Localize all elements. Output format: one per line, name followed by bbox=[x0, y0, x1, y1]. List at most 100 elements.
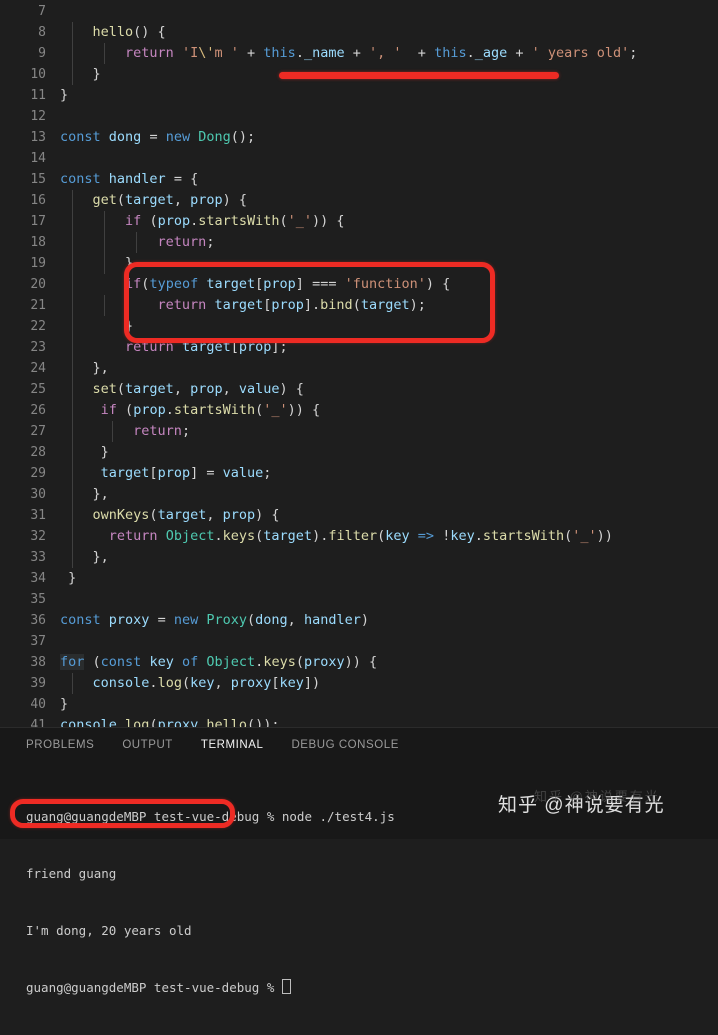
line-number: 20 bbox=[30, 277, 46, 292]
code-line: 17 if (prop.startsWith('_')) { bbox=[0, 211, 718, 232]
line-number: 41 bbox=[30, 718, 46, 727]
code-text: }, bbox=[60, 360, 109, 376]
line-number: 31 bbox=[30, 508, 46, 523]
code-line: 36 const proxy = new Proxy(dong, handler… bbox=[0, 610, 718, 631]
code-line: 22 } bbox=[0, 316, 718, 337]
terminal-line-hello-output: I'm dong, 20 years old bbox=[26, 923, 192, 938]
terminal-prompt-text: guang@guangdeMBP test-vue-debug % bbox=[26, 980, 282, 995]
code-text: return Object.keys(target).filter(key =>… bbox=[108, 528, 613, 544]
code-line: 31 ownKeys(target, prop) { bbox=[0, 505, 718, 526]
line-number: 32 bbox=[30, 529, 46, 544]
terminal-line-prompt: guang@guangdeMBP test-vue-debug % bbox=[26, 978, 718, 997]
code-line: 16 get(target, prop) { bbox=[0, 190, 718, 211]
tab-output[interactable]: OUTPUT bbox=[122, 728, 173, 763]
code-text: return; bbox=[133, 423, 191, 439]
code-editor[interactable]: 7 8 hello() { 9 return 'I\'m ' + this._n… bbox=[0, 0, 718, 727]
code-text: return; bbox=[157, 234, 215, 250]
code-line: 21 return target[prop].bind(target); bbox=[0, 295, 718, 316]
code-line: 29 target[prop] = value; bbox=[0, 463, 718, 484]
tab-terminal[interactable]: TERMINAL bbox=[201, 728, 264, 763]
line-number: 24 bbox=[30, 361, 46, 376]
line-number: 15 bbox=[30, 172, 46, 187]
code-text: target[prop] = value; bbox=[100, 465, 272, 481]
code-text: console.log(key, proxy[key]) bbox=[92, 675, 321, 691]
line-number: 39 bbox=[30, 676, 46, 691]
code-line: 12 bbox=[0, 106, 718, 127]
code-line: 27 return; bbox=[0, 421, 718, 442]
terminal-cursor bbox=[281, 979, 291, 994]
line-number: 26 bbox=[30, 403, 46, 418]
code-line: 18 return; bbox=[0, 232, 718, 253]
line-number: 30 bbox=[30, 487, 46, 502]
terminal-line-friend-guang: friend guang bbox=[26, 866, 117, 881]
code-text: if (prop.startsWith('_')) { bbox=[100, 402, 321, 418]
tab-problems[interactable]: PROBLEMS bbox=[26, 728, 94, 763]
line-number: 19 bbox=[30, 256, 46, 271]
tab-problems-label: PROBLEMS bbox=[26, 739, 95, 751]
line-number: 25 bbox=[30, 382, 46, 397]
line-number: 9 bbox=[38, 46, 46, 61]
code-lines-container: 7 8 hello() { 9 return 'I\'m ' + this._n… bbox=[0, 0, 718, 727]
tab-debug-console-label: DEBUG CONSOLE bbox=[291, 739, 399, 751]
code-text: } bbox=[60, 255, 134, 271]
code-text: hello() { bbox=[92, 24, 166, 40]
code-line: 9 return 'I\'m ' + this._name + ', ' + t… bbox=[0, 43, 718, 64]
tab-output-label: OUTPUT bbox=[122, 739, 173, 751]
code-text: } bbox=[60, 66, 101, 82]
watermark-ghost-text: 知乎 @神说要有光 bbox=[534, 789, 660, 804]
line-number: 29 bbox=[30, 466, 46, 481]
line-number: 10 bbox=[30, 67, 46, 82]
code-line: 33 }, bbox=[0, 547, 718, 568]
code-line: 40 } bbox=[0, 694, 718, 715]
panel-tab-bar: PROBLEMS OUTPUT TERMINAL DEBUG CONSOLE bbox=[0, 728, 718, 763]
code-text: set(target, prop, value) { bbox=[92, 381, 304, 397]
line-number: 7 bbox=[38, 4, 46, 19]
code-line: 38 for (const key of Object.keys(proxy))… bbox=[0, 652, 718, 673]
line-number: 40 bbox=[30, 697, 46, 712]
code-text: if(typeof target[prop] === 'function') { bbox=[125, 276, 451, 292]
tab-terminal-label: TERMINAL bbox=[200, 739, 264, 751]
line-number: 35 bbox=[30, 592, 46, 607]
code-line: 14 bbox=[0, 148, 718, 169]
code-line: 8 hello() { bbox=[0, 22, 718, 43]
line-number: 11 bbox=[30, 88, 46, 103]
code-text: }, bbox=[60, 486, 109, 502]
code-text: }, bbox=[60, 549, 109, 565]
code-line: 20 if(typeof target[prop] === 'function'… bbox=[0, 274, 718, 295]
code-line: 11 } bbox=[0, 85, 718, 106]
line-number: 16 bbox=[30, 193, 46, 208]
bottom-panel: PROBLEMS OUTPUT TERMINAL DEBUG CONSOLE g… bbox=[0, 727, 718, 995]
line-number: 14 bbox=[30, 151, 46, 166]
code-line: 37 bbox=[0, 631, 718, 652]
code-line: 39 console.log(key, proxy[key]) bbox=[0, 673, 718, 694]
red-underline-annotation bbox=[279, 72, 559, 79]
code-text: } bbox=[60, 444, 109, 460]
line-number: 21 bbox=[30, 298, 46, 313]
code-text: const dong = new Dong(); bbox=[60, 129, 256, 145]
code-line: 41 console.log(proxy.hello()); bbox=[0, 715, 718, 727]
code-text: get(target, prop) { bbox=[92, 192, 247, 208]
code-line: 34 } bbox=[0, 568, 718, 589]
code-line: 23 return target[prop]; bbox=[0, 337, 718, 358]
line-number: 34 bbox=[30, 571, 46, 586]
line-number: 17 bbox=[30, 214, 46, 229]
line-number: 12 bbox=[30, 109, 46, 124]
line-number: 22 bbox=[30, 319, 46, 334]
line-number: 18 bbox=[30, 235, 46, 250]
code-text: console.log(proxy.hello()); bbox=[60, 717, 280, 727]
code-line: 26 if (prop.startsWith('_')) { bbox=[0, 400, 718, 421]
code-line: 28 } bbox=[0, 442, 718, 463]
code-line: 35 bbox=[0, 589, 718, 610]
line-number: 8 bbox=[38, 25, 46, 40]
code-text: } bbox=[60, 570, 77, 586]
line-number: 27 bbox=[30, 424, 46, 439]
code-line: 7 bbox=[0, 1, 718, 22]
code-text: } bbox=[60, 87, 69, 103]
code-line: 25 set(target, prop, value) { bbox=[0, 379, 718, 400]
code-line: 32 return Object.keys(target).filter(key… bbox=[0, 526, 718, 547]
tab-debug-console[interactable]: DEBUG CONSOLE bbox=[291, 728, 398, 763]
code-text: ownKeys(target, prop) { bbox=[92, 507, 280, 523]
vscode-window: 7 8 hello() { 9 return 'I\'m ' + this._n… bbox=[0, 0, 718, 995]
code-text: return target[prop]; bbox=[125, 339, 288, 355]
code-line: 30 }, bbox=[0, 484, 718, 505]
